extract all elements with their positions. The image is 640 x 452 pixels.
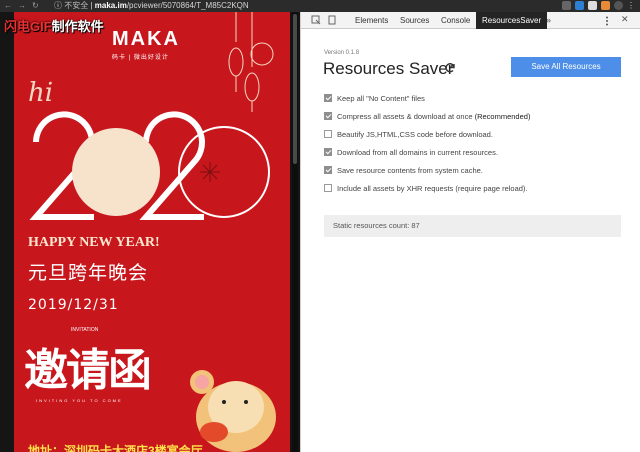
tab-resourcessaver[interactable]: ResourcesSaver <box>476 12 548 29</box>
maka-tagline: 码卡 | 微出好设计 <box>112 55 169 61</box>
devtools-panel: Elements Sources Console ResourcesSaver … <box>300 12 640 452</box>
invitation-title: 邀请函 <box>24 345 152 396</box>
version-label: Version 0.1.8 <box>324 50 360 56</box>
static-resources-count: Static resources count: 87 <box>324 215 621 237</box>
menu-icon[interactable] <box>605 16 609 26</box>
profile-avatar[interactable] <box>614 1 623 10</box>
url-path: /pcviewer/5070864/T_M85C2KQN <box>126 1 249 10</box>
url-separator: | <box>90 1 93 10</box>
checkbox[interactable] <box>324 130 332 138</box>
security-label: 不安全 <box>64 1 89 10</box>
checkbox[interactable] <box>324 148 332 156</box>
reload-icon[interactable]: ↻ <box>32 0 39 12</box>
option-xhr-requests[interactable]: Include all assets by XHR requests (requ… <box>324 182 528 194</box>
back-icon[interactable]: ← <box>4 0 12 12</box>
option-all-domains[interactable]: Download from all domains in current res… <box>324 146 498 158</box>
more-tabs-icon[interactable]: » <box>546 12 551 29</box>
save-all-button[interactable]: Save All Resources <box>511 57 621 77</box>
invitation-label: INVITATION <box>71 327 99 333</box>
checkbox[interactable] <box>324 112 332 120</box>
browser-toolbar: ← → ↻ ⓘ 不安全 | maka.im/pcviewer/5070864/T… <box>0 0 640 12</box>
star-icon[interactable] <box>562 1 571 10</box>
option-keep-no-content[interactable]: Keep all "No Content" files <box>324 92 425 104</box>
menu-icon[interactable]: ⋮ <box>627 1 636 10</box>
event-date: 2019/12/31 <box>28 297 119 313</box>
checkbox[interactable] <box>324 94 332 102</box>
watermark-top: 闪电GIF制作软件 <box>4 19 104 34</box>
extension-icon[interactable] <box>601 1 610 10</box>
screen: ← → ↻ ⓘ 不安全 | maka.im/pcviewer/5070864/T… <box>0 0 640 452</box>
panel-title: Resources Saver <box>323 59 454 78</box>
address-bar[interactable]: ⓘ 不安全 | maka.im/pcviewer/5070864/T_M85C2… <box>54 0 249 12</box>
option-system-cache[interactable]: Save resource contents from system cache… <box>324 164 483 176</box>
hi-text: hi <box>28 78 54 108</box>
extension-icon[interactable] <box>588 1 597 10</box>
inspect-icon[interactable] <box>311 15 321 25</box>
option-compress-assets[interactable]: Compress all assets & download at once (… <box>324 110 530 122</box>
venue-text: 地址：深圳码卡大酒店3楼宴会厅 <box>28 444 203 452</box>
page-viewport: MAKA 码卡 | 微出好设计 hi HAPPY NEW YEAR! 元旦跨年晚… <box>0 12 300 452</box>
extension-icon[interactable] <box>575 1 584 10</box>
checkbox[interactable] <box>324 166 332 174</box>
checkbox[interactable] <box>324 184 332 192</box>
tab-sources[interactable]: Sources <box>394 12 435 29</box>
scrollbar-thumb[interactable] <box>293 14 297 164</box>
option-beautify-code[interactable]: Beautify JS,HTML,CSS code before downloa… <box>324 128 493 140</box>
greeting-en: HAPPY NEW YEAR! <box>28 235 160 250</box>
refresh-icon[interactable] <box>444 62 456 74</box>
tab-elements[interactable]: Elements <box>349 12 394 29</box>
close-icon[interactable]: ✕ <box>621 14 629 25</box>
extension-icons: ⋮ <box>562 1 636 10</box>
nav-buttons: ← → ↻ <box>4 0 39 12</box>
tab-console[interactable]: Console <box>435 12 476 29</box>
forward-icon[interactable]: → <box>18 0 26 12</box>
device-toolbar-icon[interactable] <box>327 15 337 25</box>
maka-logo: MAKA <box>112 28 180 50</box>
inviting-text: INVITING YOU TO COME <box>36 398 123 403</box>
greeting-cn: 元旦跨年晚会 <box>28 262 149 284</box>
devtools-tabbar: Elements Sources Console ResourcesSaver … <box>301 12 640 29</box>
invitation-poster: MAKA 码卡 | 微出好设计 hi HAPPY NEW YEAR! 元旦跨年晚… <box>14 12 290 452</box>
info-icon[interactable]: ⓘ <box>54 1 62 10</box>
url-host: maka.im <box>94 1 127 10</box>
